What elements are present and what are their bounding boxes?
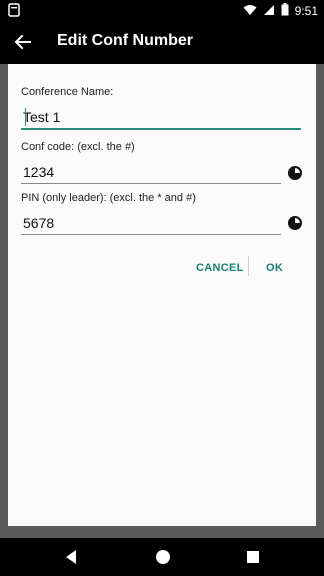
pin-underline (21, 234, 281, 235)
nav-recents-icon[interactable] (246, 550, 260, 569)
navigation-bar (0, 538, 324, 576)
contact-picker-icon[interactable] (286, 164, 304, 182)
button-divider (248, 256, 249, 276)
content-area: Conference Name: Conf code: (excl. the #… (0, 64, 324, 538)
nav-back-icon[interactable] (64, 549, 78, 570)
nav-home-icon[interactable] (155, 549, 171, 570)
pin-label: PIN (only leader): (excl. the * and #) (21, 192, 196, 204)
conference-name-input[interactable] (21, 106, 291, 128)
conference-name-underline (21, 128, 301, 130)
conf-code-label: Conf code: (excl. the #) (21, 141, 135, 153)
cancel-button[interactable]: CANCEL (196, 262, 244, 274)
conf-code-underline (21, 183, 281, 184)
pin-input[interactable] (21, 212, 276, 234)
status-bar: 9:51 (0, 0, 324, 20)
page-title: Edit Conf Number (57, 32, 193, 49)
app-bar: Edit Conf Number (0, 20, 324, 64)
ok-button[interactable]: OK (266, 262, 283, 274)
wifi-icon (243, 4, 257, 19)
conf-code-input[interactable] (21, 161, 276, 183)
contact-picker-icon[interactable] (286, 214, 304, 232)
signal-icon (263, 4, 275, 19)
battery-icon (281, 3, 289, 19)
notification-icon (8, 3, 20, 20)
text-cursor (25, 108, 26, 126)
back-arrow-icon[interactable] (12, 31, 34, 53)
edit-dialog: Conference Name: Conf code: (excl. the #… (8, 64, 316, 526)
status-time: 9:51 (294, 4, 318, 18)
conference-name-label: Conference Name: (21, 86, 114, 98)
